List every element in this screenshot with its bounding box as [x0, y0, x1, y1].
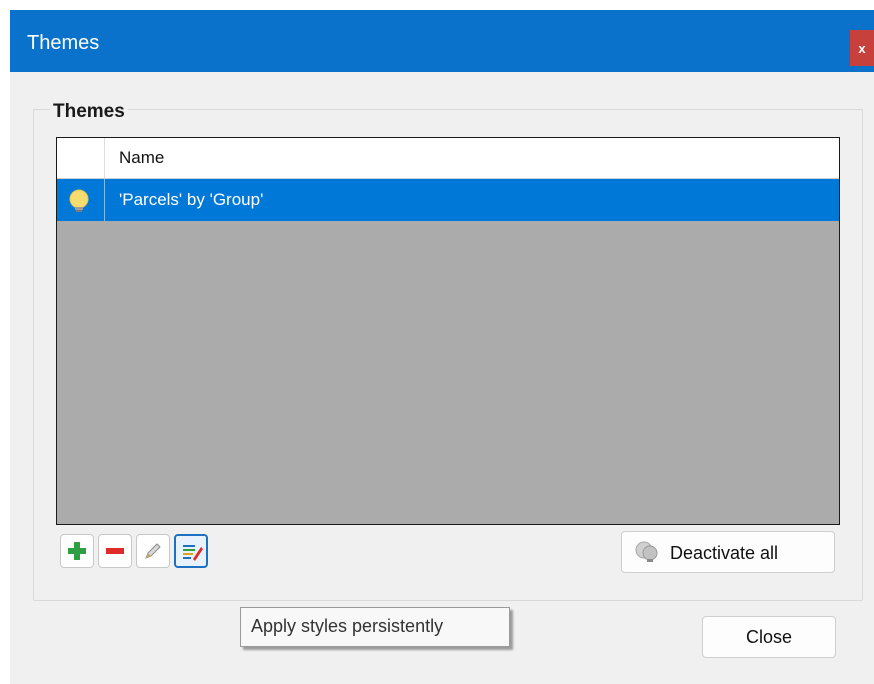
- deactivate-all-label: Deactivate all: [670, 543, 779, 563]
- column-header-name[interactable]: Name: [119, 148, 164, 168]
- deactivate-all-button[interactable]: Deactivate all: [621, 531, 835, 573]
- close-window-button[interactable]: x: [850, 30, 874, 66]
- add-theme-button[interactable]: [60, 534, 94, 568]
- lightbulb-off-icon: [635, 541, 658, 562]
- groupbox-legend: Themes: [50, 100, 128, 124]
- themes-dialog: Themes x Themes Name 'Parcels' by 'Group…: [10, 10, 874, 684]
- close-button[interactable]: Close: [702, 616, 836, 658]
- minus-icon: [106, 548, 124, 554]
- themes-grid[interactable]: Name 'Parcels' by 'Group': [56, 137, 840, 525]
- row-divider: [104, 179, 105, 221]
- remove-theme-button[interactable]: [98, 534, 132, 568]
- tooltip: Apply styles persistently: [240, 607, 510, 647]
- table-row[interactable]: 'Parcels' by 'Group': [57, 179, 839, 221]
- tooltip-text: Apply styles persistently: [251, 616, 444, 636]
- column-divider[interactable]: [104, 138, 105, 178]
- apply-styles-button[interactable]: [174, 534, 208, 568]
- lightbulb-on-icon[interactable]: [68, 189, 90, 213]
- edit-theme-button[interactable]: [136, 534, 170, 568]
- plus-icon: [68, 542, 86, 560]
- grid-header: Name: [57, 138, 839, 179]
- theme-name-cell: 'Parcels' by 'Group': [119, 190, 264, 209]
- apply-styles-icon: [183, 545, 203, 561]
- title-bar[interactable]: Themes x: [10, 10, 874, 72]
- window-title: Themes: [27, 32, 100, 54]
- pencil-icon: [145, 543, 161, 559]
